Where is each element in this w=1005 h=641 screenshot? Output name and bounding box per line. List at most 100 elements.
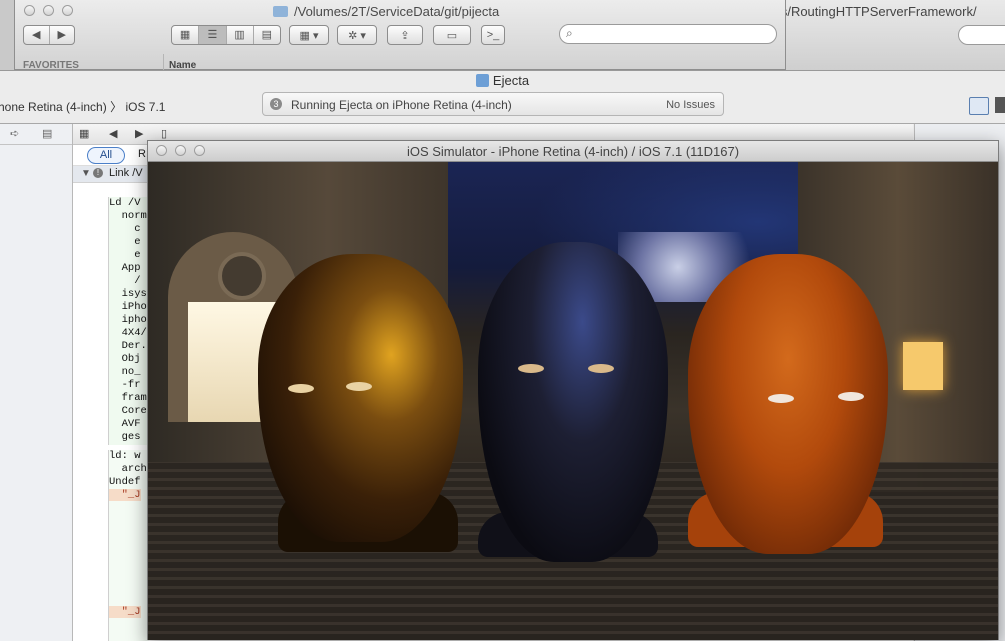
background-window-title: rks/RoutingHTTPServerFramework/ [770, 4, 977, 19]
share-icon: ⇪ [400, 29, 410, 42]
view-mode-control[interactable]: ▦ ☰ ▥ ▤ [171, 25, 281, 45]
editor-mode-icon[interactable] [969, 97, 989, 115]
back-icon[interactable]: ◀ [109, 127, 117, 140]
linker-error-block: ld: w arch Undef "_J "_J [108, 450, 149, 641]
log-line: Ld /V [109, 197, 141, 209]
forward-icon[interactable]: ▶ [50, 26, 75, 44]
tag-icon[interactable]: ➪ [10, 127, 19, 140]
disclosure-triangle-icon[interactable]: ▼ [81, 168, 91, 179]
simulator-title: iOS Simulator - iPhone Retina (4-inch) /… [406, 144, 740, 159]
filter-all-button[interactable]: All [87, 147, 125, 164]
scheme-destination: hone Retina (4-inch) [0, 100, 107, 114]
activity-status: Running Ejecta on iPhone Retina (4-inch) [291, 98, 512, 112]
comment-icon[interactable]: ▤ [42, 127, 52, 140]
log-line: arch [109, 463, 147, 475]
share-button[interactable]: ⇪ [387, 25, 423, 45]
eye [838, 392, 864, 401]
lit-window [903, 342, 943, 390]
breadcrumb-separator: 〉 [110, 100, 123, 114]
log-line: ld: w [109, 450, 141, 462]
link-row-text: Link /V [109, 167, 143, 179]
list-view-icon[interactable]: ☰ [199, 26, 227, 44]
log-line: Der. [109, 340, 147, 352]
related-items-icon[interactable]: ▦ [79, 127, 89, 140]
back-icon[interactable]: ◀ [24, 26, 50, 44]
log-line: iPho [109, 301, 147, 313]
terminal-button[interactable]: >_ [481, 25, 505, 45]
error-icon: ! [93, 168, 103, 178]
eye [346, 382, 372, 391]
issues-indicator[interactable]: No Issues [666, 99, 715, 111]
log-line: fram [109, 392, 147, 404]
log-line: norm [109, 210, 147, 222]
log-line: App [109, 262, 141, 274]
background-window: rks/RoutingHTTPServerFramework/ [760, 0, 1005, 71]
xcode-title: Ejecta [0, 73, 1005, 88]
log-line: "_J [109, 606, 141, 618]
log-line: 4X4/ [109, 327, 147, 339]
log-line: ipho [109, 314, 147, 326]
scheme-selector[interactable]: hone Retina (4-inch) 〉 iOS 7.1 [0, 98, 165, 115]
finder-search-input[interactable]: ⌕ [559, 24, 777, 44]
golden-head [258, 254, 463, 542]
round-window [218, 252, 266, 300]
project-icon [475, 74, 489, 87]
search-icon: ⌕ [566, 26, 573, 40]
gear-icon: ✲ ▾ [348, 29, 366, 42]
build-log-block: Ld /V norm c e e App / isys iPho ipho 4X… [108, 197, 149, 445]
coverflow-view-icon[interactable]: ▤ [254, 26, 280, 44]
log-line: x86_ [109, 444, 149, 445]
dark-head [478, 242, 668, 562]
finder-window-controls [24, 5, 73, 16]
scheme-os: iOS 7.1 [125, 100, 166, 114]
forward-icon[interactable]: ▶ [135, 127, 143, 140]
arrange-button[interactable]: ▦ ▾ [289, 25, 329, 45]
zoom-button[interactable] [62, 5, 73, 16]
terminal-icon: >_ [486, 29, 500, 41]
log-line: c [109, 223, 141, 235]
eye [518, 364, 544, 373]
log-line: Undef [109, 476, 141, 488]
back-forward-buttons[interactable]: ◀ ▶ [23, 25, 75, 45]
finder-path: /Volumes/2T/ServiceData/git/pijecta [294, 4, 500, 19]
log-line: e [109, 249, 141, 261]
simulator-screen[interactable] [148, 162, 998, 640]
activity-count-badge: 3 [270, 98, 282, 110]
sidebar-divider [163, 54, 164, 70]
finder-title: /Volumes/2T/ServiceData/git/pijecta [273, 4, 499, 19]
navigator-toolbar: ➪ ▤ [0, 124, 72, 145]
log-line: "_J [109, 489, 141, 501]
eye [768, 394, 794, 403]
action-button[interactable]: ✲ ▾ [337, 25, 377, 45]
log-line: e [109, 236, 141, 248]
close-button[interactable] [24, 5, 35, 16]
finder-window: /Volumes/2T/ServiceData/git/pijecta ◀ ▶ ▦… [14, 0, 786, 71]
log-line: AVF [109, 418, 141, 430]
log-line: isys [109, 288, 147, 300]
xcode-title-text: Ejecta [492, 73, 530, 88]
view-toggle-icon[interactable] [995, 97, 1005, 113]
log-line: ges [109, 431, 141, 443]
column-view-icon[interactable]: ▥ [227, 26, 254, 44]
filter-recent-button[interactable]: R [138, 148, 146, 160]
minimize-button[interactable] [43, 5, 54, 16]
log-line: / [109, 275, 141, 287]
eye [288, 384, 314, 393]
folder-icon [273, 6, 288, 17]
activity-viewer: 3 Running Ejecta on iPhone Retina (4-inc… [262, 92, 724, 116]
grid-icon: ▦ ▾ [299, 29, 319, 42]
log-line: Obj [109, 353, 141, 365]
eye [588, 364, 614, 373]
icon-view-icon[interactable]: ▦ [172, 26, 200, 44]
navigator-panel: ➪ ▤ [0, 124, 73, 641]
simulator-titlebar: iOS Simulator - iPhone Retina (4-inch) /… [148, 141, 998, 162]
ios-simulator-window: iOS Simulator - iPhone Retina (4-inch) /… [147, 140, 999, 640]
log-line: Core [109, 405, 147, 417]
toggle-icon: ▭ [446, 29, 458, 42]
orange-head [688, 254, 888, 554]
log-line: no_ [109, 366, 141, 378]
log-line: -fr [109, 379, 141, 391]
background-search-field[interactable] [958, 25, 1005, 45]
toggle-button[interactable]: ▭ [433, 25, 471, 45]
file-icon: ▯ [161, 128, 168, 140]
